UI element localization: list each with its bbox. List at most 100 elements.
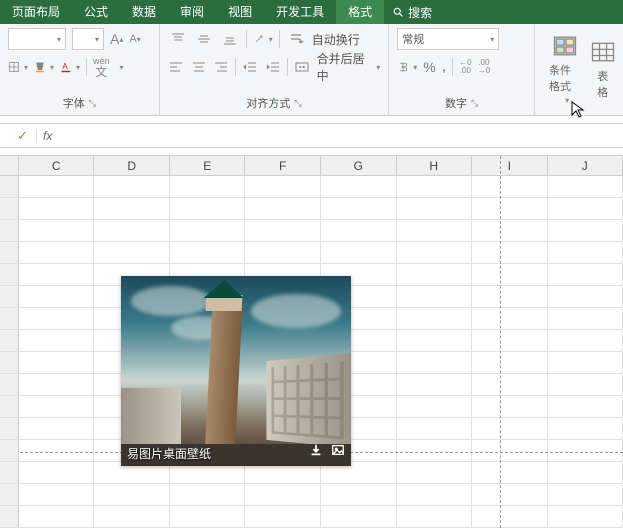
cell[interactable] bbox=[245, 198, 321, 219]
cell[interactable] bbox=[548, 330, 623, 351]
number-format-dropdown[interactable]: 常规▾ bbox=[397, 28, 499, 50]
wrap-text-button[interactable] bbox=[286, 29, 306, 49]
align-center-button[interactable] bbox=[190, 57, 207, 77]
cell[interactable] bbox=[472, 396, 548, 417]
tab-formula[interactable]: 公式 bbox=[72, 0, 120, 24]
embedded-image[interactable]: 易图片桌面壁纸 bbox=[121, 276, 351, 466]
cell[interactable] bbox=[321, 176, 397, 197]
cell[interactable] bbox=[548, 462, 623, 483]
cell[interactable] bbox=[397, 440, 473, 461]
cell[interactable] bbox=[397, 220, 473, 241]
conditional-format-button[interactable]: 条件格式 ▾ bbox=[543, 28, 587, 109]
font-size-dropdown[interactable]: ▾ bbox=[72, 28, 104, 50]
cell[interactable] bbox=[19, 484, 95, 505]
orientation-dropdown[interactable]: ▾ bbox=[253, 29, 273, 49]
cell[interactable] bbox=[321, 220, 397, 241]
col-head[interactable]: H bbox=[397, 156, 473, 175]
merge-center-button[interactable] bbox=[294, 57, 311, 77]
cell[interactable] bbox=[472, 352, 548, 373]
cell[interactable] bbox=[548, 440, 623, 461]
row-head[interactable] bbox=[0, 440, 19, 461]
cell[interactable] bbox=[94, 198, 170, 219]
number-dialog-launcher[interactable]: ⤡ bbox=[471, 98, 478, 109]
cell[interactable] bbox=[245, 176, 321, 197]
cell[interactable] bbox=[472, 484, 548, 505]
row-head[interactable] bbox=[0, 352, 19, 373]
cell[interactable] bbox=[397, 330, 473, 351]
row-head[interactable] bbox=[0, 286, 19, 307]
cell[interactable] bbox=[397, 352, 473, 373]
col-head[interactable]: G bbox=[321, 156, 397, 175]
cell[interactable] bbox=[94, 176, 170, 197]
col-head[interactable]: E bbox=[170, 156, 246, 175]
font-family-dropdown[interactable]: ▾ bbox=[8, 28, 66, 50]
cell[interactable] bbox=[94, 484, 170, 505]
cell[interactable] bbox=[472, 440, 548, 461]
cell[interactable] bbox=[19, 418, 95, 439]
shrink-font-button[interactable]: A▾ bbox=[129, 28, 140, 50]
cell[interactable] bbox=[472, 242, 548, 263]
cell[interactable] bbox=[548, 308, 623, 329]
border-dropdown[interactable]: ▾ bbox=[8, 57, 28, 77]
cell[interactable] bbox=[19, 506, 95, 527]
cell[interactable] bbox=[548, 242, 623, 263]
increase-decimal-button[interactable]: ←0.00 bbox=[459, 56, 471, 78]
tab-dev-tools[interactable]: 开发工具 bbox=[264, 0, 336, 24]
align-dialog-launcher[interactable]: ⤡ bbox=[294, 98, 301, 109]
align-right-button[interactable] bbox=[213, 57, 230, 77]
gallery-icon[interactable] bbox=[331, 443, 345, 462]
cell[interactable] bbox=[397, 286, 473, 307]
cell[interactable] bbox=[397, 242, 473, 263]
cell[interactable] bbox=[170, 484, 246, 505]
tab-review[interactable]: 审阅 bbox=[168, 0, 216, 24]
cell[interactable] bbox=[397, 374, 473, 395]
cell[interactable] bbox=[245, 242, 321, 263]
cell[interactable] bbox=[472, 286, 548, 307]
row-head[interactable] bbox=[0, 506, 19, 527]
col-head[interactable]: C bbox=[19, 156, 95, 175]
cell[interactable] bbox=[19, 264, 95, 285]
cell[interactable] bbox=[472, 176, 548, 197]
cell[interactable] bbox=[472, 198, 548, 219]
cell[interactable] bbox=[548, 198, 623, 219]
cell[interactable] bbox=[19, 462, 95, 483]
cell[interactable] bbox=[472, 220, 548, 241]
cell[interactable] bbox=[170, 220, 246, 241]
accounting-format-dropdown[interactable]: ▾ bbox=[397, 57, 417, 77]
row-head[interactable] bbox=[0, 484, 19, 505]
cell[interactable] bbox=[321, 242, 397, 263]
cell[interactable] bbox=[548, 352, 623, 373]
cell[interactable] bbox=[19, 176, 95, 197]
cell[interactable] bbox=[19, 220, 95, 241]
col-head[interactable]: D bbox=[94, 156, 170, 175]
comma-style-button[interactable]: , bbox=[442, 56, 446, 78]
cell[interactable] bbox=[548, 264, 623, 285]
row-head[interactable] bbox=[0, 374, 19, 395]
col-head[interactable]: J bbox=[548, 156, 623, 175]
align-middle-button[interactable] bbox=[194, 29, 214, 49]
cell[interactable] bbox=[245, 220, 321, 241]
cell[interactable] bbox=[170, 242, 246, 263]
align-top-button[interactable] bbox=[168, 29, 188, 49]
download-icon[interactable] bbox=[309, 443, 323, 462]
grow-font-button[interactable]: A▴ bbox=[110, 28, 123, 50]
row-head[interactable] bbox=[0, 462, 19, 483]
cell[interactable] bbox=[94, 506, 170, 527]
cell[interactable] bbox=[19, 330, 95, 351]
cell[interactable] bbox=[170, 198, 246, 219]
decrease-indent-button[interactable] bbox=[242, 57, 259, 77]
row-head[interactable] bbox=[0, 396, 19, 417]
tab-view[interactable]: 视图 bbox=[216, 0, 264, 24]
cell[interactable] bbox=[548, 374, 623, 395]
tab-format[interactable]: 格式 bbox=[336, 0, 384, 24]
row-head[interactable] bbox=[0, 220, 19, 241]
cell[interactable] bbox=[397, 418, 473, 439]
cell[interactable] bbox=[548, 286, 623, 307]
tab-data[interactable]: 数据 bbox=[120, 0, 168, 24]
cell[interactable] bbox=[245, 506, 321, 527]
fx-label[interactable]: fx bbox=[36, 129, 58, 143]
cell[interactable] bbox=[472, 418, 548, 439]
cell[interactable] bbox=[19, 308, 95, 329]
percent-button[interactable]: % bbox=[423, 56, 435, 78]
confirm-icon[interactable]: ✓ bbox=[17, 128, 28, 144]
